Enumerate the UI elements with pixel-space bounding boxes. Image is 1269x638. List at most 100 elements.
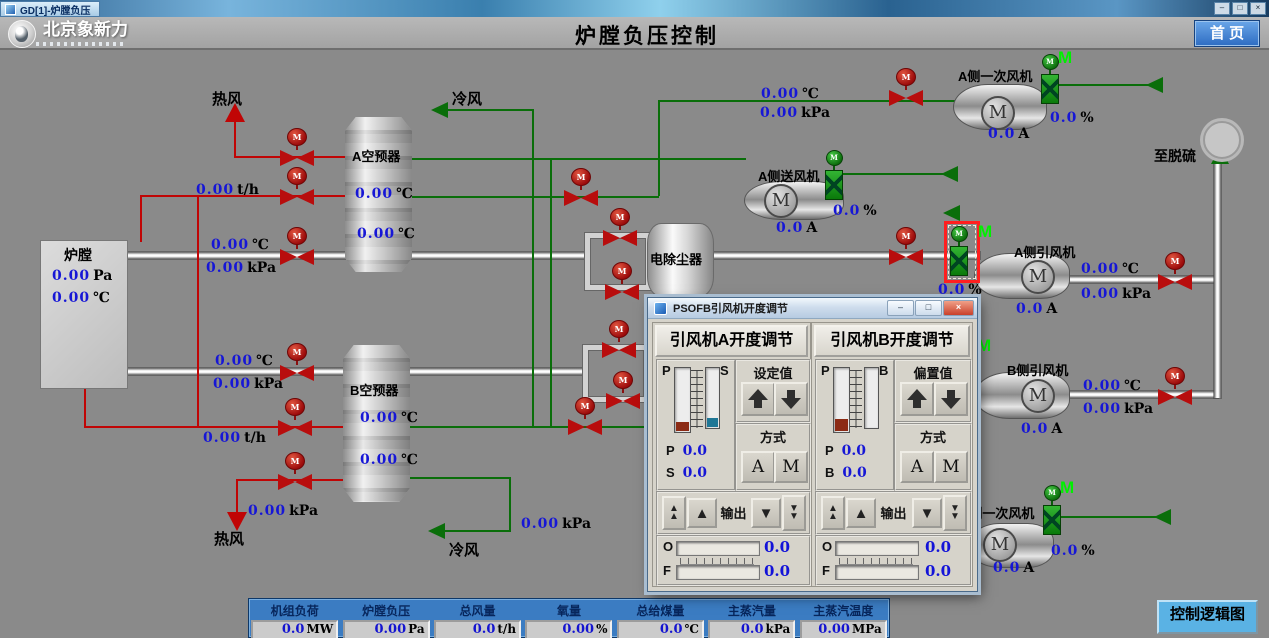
valve[interactable]: M (280, 167, 314, 205)
bypass-valve[interactable]: M (602, 320, 636, 358)
cold-air-bottom-label: 冷风 (449, 539, 479, 560)
bypass-valve[interactable]: M (603, 208, 637, 246)
hot-air-line (234, 120, 236, 158)
cold-air-line (550, 158, 552, 428)
home-button[interactable]: 首 页 (1194, 20, 1260, 47)
damper-a-induced-selected[interactable]: M (944, 221, 980, 283)
fan-a-primary-label: A侧一次风机 (958, 66, 1032, 85)
control-logic-button[interactable]: 控制逻辑图 (1157, 600, 1258, 634)
dialog-minimize-icon[interactable]: – (887, 300, 914, 316)
output-feedback-group: O 0.0 F 0.0 (656, 535, 811, 586)
feedback-value: 0.0 (925, 562, 951, 580)
dialog-close-icon[interactable]: × (943, 300, 974, 316)
valve[interactable]: M (280, 227, 314, 265)
gauge-ticks (691, 370, 703, 428)
mode-manual-button[interactable]: M (934, 451, 968, 483)
status-cell: 主蒸汽量 0.0kPa (706, 599, 797, 637)
air-left-arrow-icon (1146, 77, 1163, 93)
gauge-ticks (850, 370, 862, 428)
valve[interactable]: M (889, 68, 923, 106)
cold-air-line (509, 477, 511, 532)
valve[interactable]: M (280, 343, 314, 381)
cold-air-line (412, 158, 746, 160)
valve[interactable]: M (568, 397, 602, 435)
output-down-button[interactable]: ▼ (912, 498, 942, 528)
output-down-button[interactable]: ▼ (751, 498, 781, 528)
fan-a-induced-label: A侧引风机 (1014, 242, 1075, 261)
fan-b-induced-label: B侧引风机 (1007, 360, 1068, 379)
page-title: 炉膛负压控制 (575, 20, 719, 50)
output-row: ▲▲ ▲ 输出 ▼ ▼▼ (815, 491, 972, 535)
hot-air-line (197, 195, 199, 428)
cold-air-top-label: 冷风 (452, 88, 482, 109)
output-fast-down-button[interactable]: ▼▼ (943, 495, 967, 531)
output-ruler (839, 558, 913, 565)
valve[interactable]: M (278, 398, 312, 436)
setpoint-up-button[interactable] (741, 382, 775, 416)
dialog-maximize-icon[interactable]: □ (915, 300, 942, 316)
fan-opening-dialog[interactable]: PSOFB引风机开度调节 – □ × 引风机A开度调节 P S P0.0 S0.… (647, 297, 978, 592)
status-value-box: 0.0t/h (434, 620, 521, 638)
cold-air-line (447, 109, 533, 111)
minimize-icon[interactable]: – (1214, 2, 1230, 15)
output-fast-down-button[interactable]: ▼▼ (782, 495, 806, 531)
status-cell: 氧量 0.00% (523, 599, 614, 637)
status-value-box: 0.00Pa (343, 620, 430, 638)
damper-a-forced[interactable]: M (825, 150, 843, 200)
up-arrow-icon (906, 389, 928, 409)
mode-group: 方式 A M (735, 423, 811, 491)
close-icon[interactable]: × (1250, 2, 1266, 15)
gauge-p[interactable] (833, 367, 850, 433)
fan-a-forced-motor-icon: M (764, 184, 798, 218)
gauge-b[interactable] (864, 367, 879, 429)
mode-manual-button[interactable]: M (774, 451, 808, 483)
valve[interactable]: M (280, 128, 314, 166)
bypass-valve[interactable]: M (606, 371, 640, 409)
fan-a-gauge-group: P S P0.0 S0.0 (656, 359, 736, 491)
fan-b-gauge-group: P B P0.0 B0.0 (815, 359, 895, 491)
valve[interactable]: M (1158, 367, 1192, 405)
valve[interactable]: M (278, 452, 312, 490)
damper-a-primary[interactable]: M (1041, 54, 1059, 104)
mode-auto-button[interactable]: A (900, 451, 934, 483)
gauge-p[interactable] (674, 367, 691, 433)
hot-air-line (140, 195, 142, 242)
feedback-value: 0.0 (764, 562, 790, 580)
desulfur-outlet-circle (1203, 121, 1241, 159)
damper-a-primary-m-indicator: M (1058, 48, 1072, 68)
bias-down-button[interactable] (934, 382, 968, 416)
scada-screen: GD[1]-炉膛负压 – □ × 北京象新力 炉膛负压控制 首 页 (0, 0, 1269, 638)
output-value: 0.0 (925, 538, 951, 556)
bias-up-button[interactable] (900, 382, 934, 416)
dialog-title: PSOFB引风机开度调节 (673, 300, 788, 316)
maximize-icon[interactable]: □ (1232, 2, 1248, 15)
bypass-valve[interactable]: M (605, 262, 639, 300)
status-bar: 机组负荷 0.0MW 炉膛负压 0.00Pa 总风量 0.0t/h 氧量 0.0… (248, 598, 890, 638)
gauge-s[interactable] (705, 367, 720, 429)
valve[interactable]: M (1158, 252, 1192, 290)
to-desulfur-label: 至脱硫 (1154, 146, 1196, 166)
hot-air-line (236, 479, 238, 514)
mode-auto-button[interactable]: A (741, 451, 775, 483)
damper-b-primary[interactable]: M (1043, 485, 1061, 535)
flue-pipe (712, 252, 980, 259)
valve[interactable]: M (889, 227, 923, 265)
flue-pipe (1066, 276, 1218, 283)
window-tab[interactable]: GD[1]-炉膛负压 (0, 1, 100, 17)
output-ruler (680, 558, 754, 565)
status-cell: 主蒸汽温度 0.00MPa (798, 599, 889, 637)
fan-a-panel: 引风机A开度调节 P S P0.0 S0.0 设定值 方式 A M (652, 322, 811, 587)
hot-air-line (84, 386, 86, 428)
valve[interactable]: M (564, 168, 598, 206)
up-arrow-icon (747, 389, 769, 409)
status-cell: 炉膛负压 0.00Pa (340, 599, 431, 637)
app-icon (5, 4, 16, 15)
cold-air-line (412, 196, 659, 198)
setpoint-down-button[interactable] (774, 382, 808, 416)
fan-a-forced-label: A侧送风机 (758, 166, 819, 185)
output-feedback-group: O 0.0 F 0.0 (815, 535, 972, 586)
status-value-box: 0.0kPa (708, 620, 795, 638)
dialog-icon (654, 302, 667, 315)
feedback-bar (835, 565, 919, 580)
furnace-label: 炉膛 (64, 245, 92, 265)
